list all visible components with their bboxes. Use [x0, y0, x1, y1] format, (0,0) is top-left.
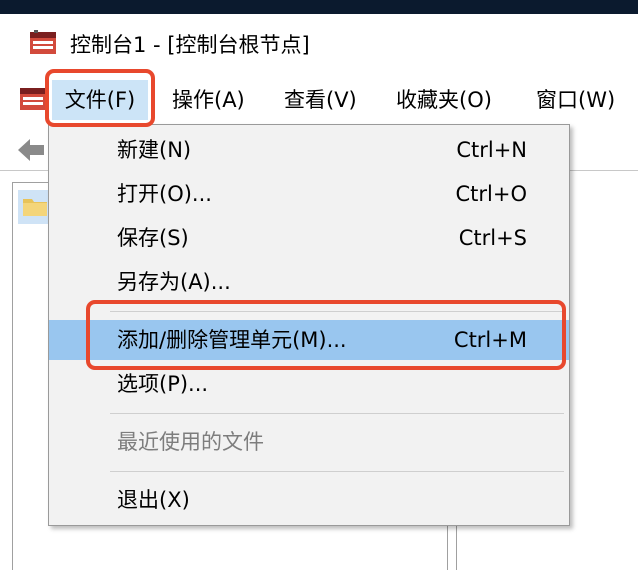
menu-item-add-remove-snapin[interactable]: 添加/删除管理单元(M)... Ctrl+M [49, 320, 569, 360]
mmc-console-icon[interactable] [18, 86, 48, 112]
mmc-console-icon [30, 30, 56, 54]
menu-item-new[interactable]: 新建(N) Ctrl+N [49, 130, 569, 170]
menu-item-save-as[interactable]: 另存为(A)... [49, 262, 569, 302]
menu-favorites[interactable]: 收藏夹(O) [390, 80, 498, 120]
menu-item-recent-files: 最近使用的文件 [117, 430, 264, 454]
menu-item-exit[interactable]: 退出(X) [49, 480, 569, 520]
menu-separator [110, 471, 564, 472]
menu-item-open[interactable]: 打开(O)... Ctrl+O [49, 174, 569, 214]
menu-view[interactable]: 查看(V) [278, 80, 363, 120]
menu-action[interactable]: 操作(A) [166, 80, 251, 120]
menu-file[interactable]: 文件(F) [52, 80, 148, 120]
menu-window[interactable]: 窗口(W) [530, 80, 621, 120]
menu-item-options[interactable]: 选项(P)... [49, 364, 569, 404]
menu-separator [110, 311, 564, 312]
back-arrow-icon[interactable] [16, 136, 46, 164]
menu-separator [110, 413, 564, 414]
window-title: 控制台1 - [控制台根节点] [70, 33, 310, 57]
folder-icon [23, 199, 47, 216]
pane-divider[interactable] [447, 520, 457, 570]
menu-item-save[interactable]: 保存(S) Ctrl+S [49, 218, 569, 258]
